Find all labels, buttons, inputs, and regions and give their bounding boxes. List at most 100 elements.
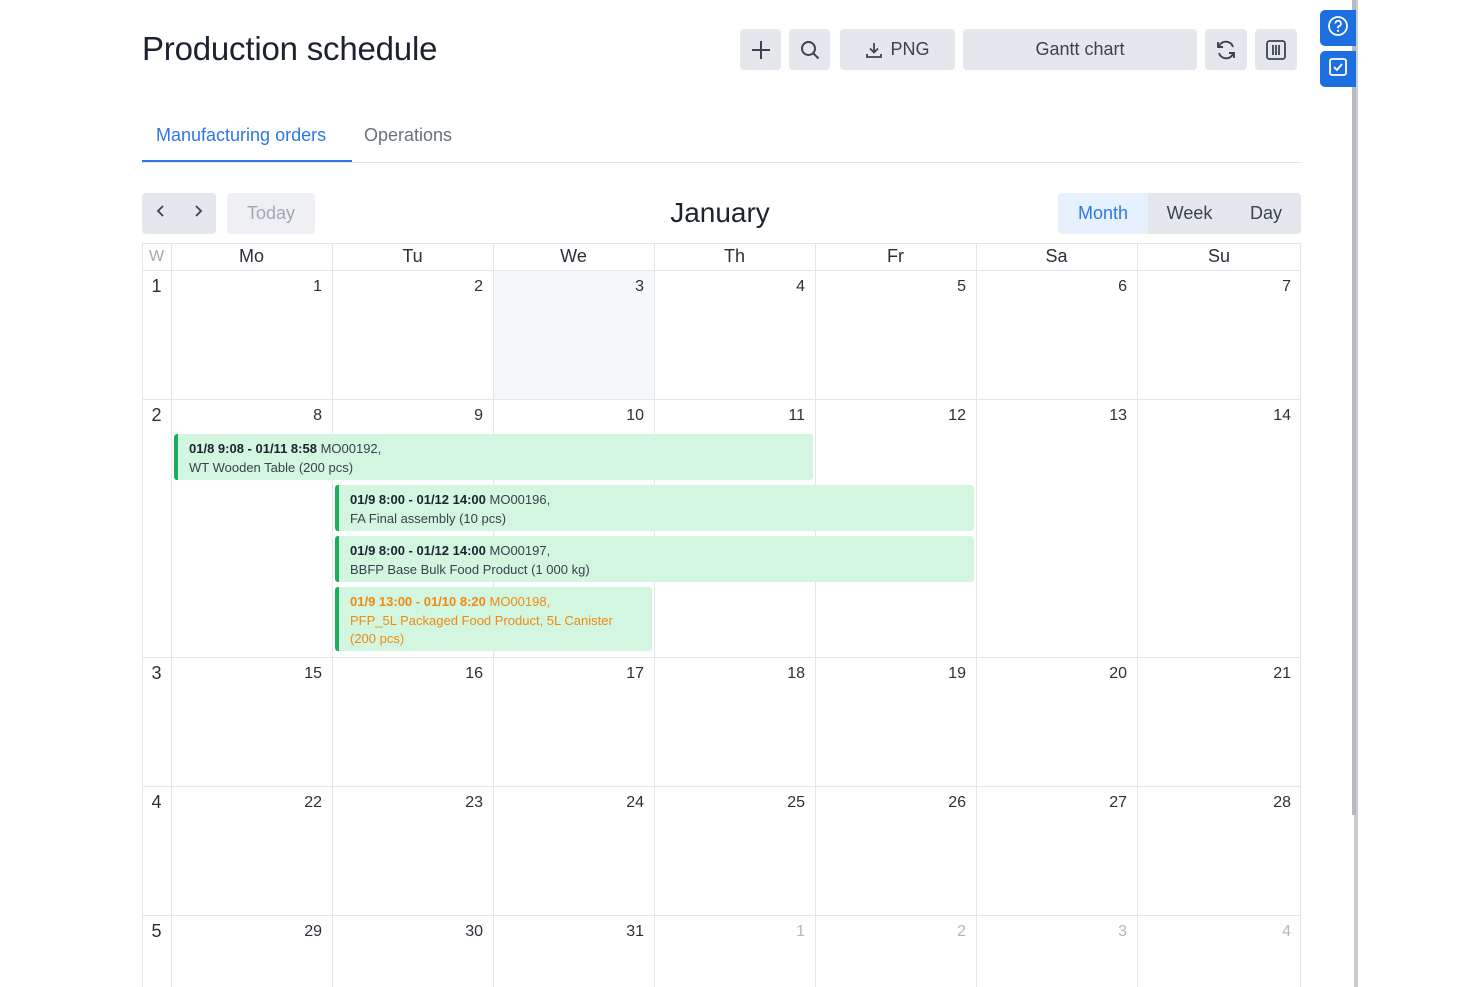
- page-title: Production schedule: [142, 30, 438, 67]
- gantt-chart-label: Gantt chart: [1035, 39, 1125, 59]
- day-number[interactable]: 6: [1087, 278, 1127, 296]
- event-bar[interactable]: 01/9 8:00 - 01/12 14:00 MO00196, FA Fina…: [335, 485, 974, 531]
- checkbox-icon: [1327, 56, 1349, 83]
- event-bar[interactable]: 01/9 8:00 - 01/12 14:00 MO00197, BBFP Ba…: [335, 536, 974, 582]
- day-number[interactable]: 21: [1251, 665, 1291, 683]
- tab-manufacturing-orders[interactable]: Manufacturing orders: [156, 125, 326, 162]
- export-png-button[interactable]: PNG: [840, 29, 955, 70]
- day-header: Fr: [887, 246, 904, 266]
- grid-vline: [654, 243, 655, 987]
- day-number[interactable]: 19: [926, 665, 966, 683]
- day-header: Sa: [1045, 246, 1068, 266]
- day-number[interactable]: 3: [1087, 923, 1127, 941]
- day-number[interactable]: 11: [765, 407, 805, 425]
- app-page: Production schedule PNG Gantt chart Manu…: [0, 0, 1480, 987]
- help-button[interactable]: [1320, 10, 1356, 46]
- grid-vline: [815, 243, 816, 987]
- day-number[interactable]: 28: [1251, 794, 1291, 812]
- scrollbar[interactable]: [1352, 0, 1356, 815]
- day-number[interactable]: 26: [926, 794, 966, 812]
- day-number[interactable]: 30: [443, 923, 483, 941]
- search-icon: [799, 39, 821, 61]
- event-time: 01/8 9:08 - 01/11 8:58: [189, 441, 317, 456]
- next-month-button[interactable]: [179, 193, 216, 234]
- gantt-chart-button[interactable]: Gantt chart: [963, 29, 1197, 70]
- day-header: Tu: [402, 246, 423, 266]
- day-number[interactable]: 25: [765, 794, 805, 812]
- week-number: 5: [151, 921, 162, 941]
- grid-hline: [142, 915, 1301, 916]
- day-number[interactable]: 7: [1251, 278, 1291, 296]
- day-number[interactable]: 20: [1087, 665, 1127, 683]
- grid-hline: [142, 243, 1301, 244]
- plus-icon: [750, 39, 772, 61]
- day-number[interactable]: 29: [282, 923, 322, 941]
- event-time: 01/9 13:00 - 01/10 8:20: [350, 594, 486, 609]
- day-number[interactable]: 27: [1087, 794, 1127, 812]
- event-bar[interactable]: 01/8 9:08 - 01/11 8:58 MO00192, WT Woode…: [174, 434, 813, 480]
- day-number[interactable]: 23: [443, 794, 483, 812]
- chevron-right-icon: [192, 204, 204, 223]
- event-ref: MO00197,: [489, 543, 551, 558]
- week-number: 2: [151, 405, 162, 425]
- day-number[interactable]: 13: [1087, 407, 1127, 425]
- view-week-button[interactable]: Week: [1148, 193, 1231, 234]
- columns-icon: [1264, 38, 1288, 62]
- tasks-button[interactable]: [1320, 51, 1356, 87]
- day-number[interactable]: 9: [443, 407, 483, 425]
- day-number[interactable]: 15: [282, 665, 322, 683]
- today-button[interactable]: Today: [227, 193, 315, 234]
- help-icon: [1327, 15, 1349, 42]
- day-number[interactable]: 22: [282, 794, 322, 812]
- day-number[interactable]: 3: [604, 278, 644, 296]
- tab-operations[interactable]: Operations: [364, 125, 452, 162]
- view-day-button[interactable]: Day: [1231, 193, 1301, 234]
- event-description: BBFP Base Bulk Food Product (1 000 kg): [350, 561, 590, 577]
- event-time: 01/9 8:00 - 01/12 14:00: [350, 492, 486, 507]
- day-number[interactable]: 31: [604, 923, 644, 941]
- day-number[interactable]: 14: [1251, 407, 1291, 425]
- refresh-icon: [1214, 38, 1238, 62]
- day-number[interactable]: 17: [604, 665, 644, 683]
- day-number[interactable]: 10: [604, 407, 644, 425]
- view-switch: Month Week Day: [1058, 193, 1301, 234]
- day-number[interactable]: 8: [282, 407, 322, 425]
- day-number[interactable]: 4: [765, 278, 805, 296]
- day-header: Su: [1207, 246, 1231, 266]
- day-number[interactable]: 16: [443, 665, 483, 683]
- week-number: 3: [151, 663, 162, 683]
- day-number[interactable]: 2: [443, 278, 483, 296]
- day-number[interactable]: 24: [604, 794, 644, 812]
- day-number[interactable]: 12: [926, 407, 966, 425]
- grid-hline: [142, 399, 1301, 400]
- refresh-button[interactable]: [1205, 29, 1247, 70]
- grid-vline: [976, 243, 977, 987]
- day-number[interactable]: 2: [926, 923, 966, 941]
- day-number[interactable]: 1: [765, 923, 805, 941]
- chevron-left-icon: [155, 204, 167, 223]
- week-number: 4: [151, 792, 162, 812]
- event-time: 01/9 8:00 - 01/12 14:00: [350, 543, 486, 558]
- month-calendar: W Mo Tu We Th Fr Sa Su 1 1 2 3 4 5 6 7 2 8 9 10 11 12…: [142, 243, 1301, 987]
- event-description: WT Wooden Table (200 pcs): [189, 459, 354, 475]
- day-header: Th: [723, 246, 745, 266]
- event-bar-warning[interactable]: 01/9 13:00 - 01/10 8:20 MO00198, PFP_5L …: [335, 587, 652, 651]
- day-number[interactable]: 1: [282, 278, 322, 296]
- event-description-quantity: (200 pcs): [350, 631, 405, 646]
- calendar-nav: [142, 193, 216, 234]
- grid-vline: [332, 243, 333, 987]
- columns-button[interactable]: [1255, 29, 1297, 70]
- day-number[interactable]: 5: [926, 278, 966, 296]
- event-ref: MO00198,: [489, 594, 551, 609]
- prev-month-button[interactable]: [142, 193, 179, 234]
- event-description: FA Final assembly (10 pcs): [350, 510, 507, 526]
- day-number[interactable]: 18: [765, 665, 805, 683]
- week-number: 1: [151, 276, 162, 296]
- download-icon: [865, 41, 883, 59]
- view-month-button[interactable]: Month: [1058, 193, 1148, 234]
- event-ref: MO00196,: [489, 492, 551, 507]
- search-button[interactable]: [789, 29, 830, 70]
- week-column-header: W: [148, 248, 165, 265]
- add-button[interactable]: [740, 29, 781, 70]
- day-number[interactable]: 4: [1251, 923, 1291, 941]
